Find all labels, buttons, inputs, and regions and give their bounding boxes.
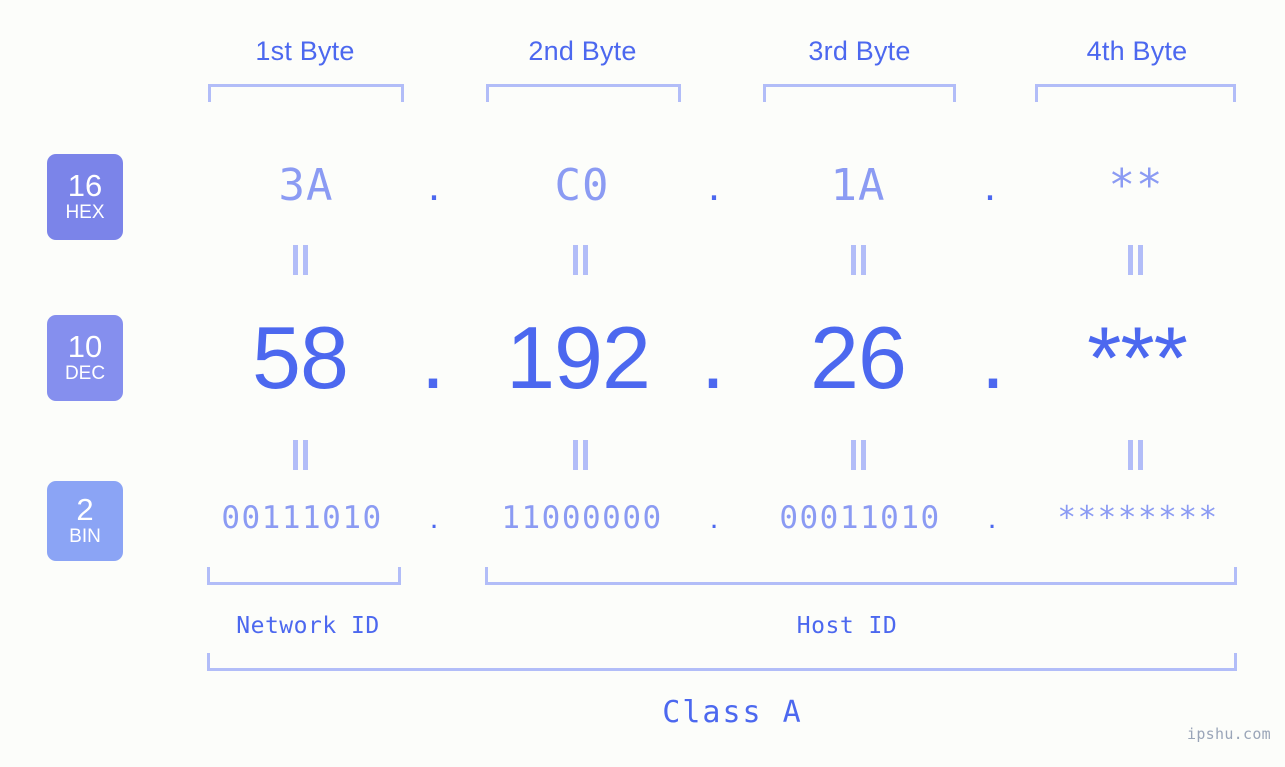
network-id-bracket — [207, 567, 401, 585]
bin-byte-4: ******** — [1057, 500, 1219, 536]
bin-byte-1: 00111010 — [221, 500, 383, 536]
equals-connector-hex-dec-3 — [848, 245, 870, 275]
bin-separator-2: . — [709, 500, 719, 535]
hex-byte-3: 1A — [830, 160, 886, 211]
equals-connector-hex-dec-4 — [1125, 245, 1147, 275]
radix-badge-hex-name: HEX — [65, 202, 105, 223]
hex-separator-1: . — [427, 161, 441, 210]
bin-byte-2: 11000000 — [501, 500, 663, 536]
dec-separator-2: . — [700, 308, 726, 407]
hex-separator-3: . — [983, 161, 997, 210]
class-bracket — [207, 653, 1237, 671]
dec-separator-3: . — [980, 308, 1006, 407]
radix-badge-dec-name: DEC — [64, 363, 106, 384]
byte-bracket-2 — [486, 84, 681, 102]
dec-byte-4: *** — [1087, 308, 1188, 407]
dec-byte-1: 58 — [252, 308, 349, 407]
class-label: Class A — [662, 695, 803, 730]
byte-bracket-3 — [763, 84, 956, 102]
byte-header-label-1: 1st Byte — [255, 36, 355, 66]
radix-badge-hex: 16 HEX — [47, 154, 123, 240]
byte-header-label-2: 2nd Byte — [528, 36, 637, 66]
bin-separator-1: . — [429, 500, 439, 535]
dec-separator-1: . — [420, 308, 446, 407]
equals-connector-dec-bin-1 — [290, 440, 312, 470]
host-id-bracket — [485, 567, 1237, 585]
dec-byte-2: 192 — [506, 308, 651, 407]
hex-byte-1: 3A — [278, 160, 334, 211]
equals-connector-hex-dec-2 — [570, 245, 592, 275]
byte-bracket-4 — [1035, 84, 1236, 102]
equals-connector-dec-bin-3 — [848, 440, 870, 470]
equals-connector-dec-bin-4 — [1125, 440, 1147, 470]
hex-separator-2: . — [707, 161, 721, 210]
network-id-label: Network ID — [236, 613, 380, 639]
byte-header-label-3: 3rd Byte — [808, 36, 911, 66]
radix-badge-dec: 10 DEC — [47, 315, 123, 401]
radix-badge-hex-number: 16 — [67, 168, 103, 203]
hex-byte-4: ** — [1108, 160, 1164, 211]
radix-badge-bin-number: 2 — [76, 492, 94, 527]
equals-connector-hex-dec-1 — [290, 245, 312, 275]
bin-separator-3: . — [987, 500, 997, 535]
radix-badge-dec-number: 10 — [67, 329, 103, 364]
byte-header-label-4: 4th Byte — [1086, 36, 1188, 66]
radix-badge-bin: 2 BIN — [47, 481, 123, 561]
radix-badge-bin-name: BIN — [69, 526, 101, 547]
site-watermark: ipshu.com — [1187, 725, 1271, 743]
ip-address-breakdown-diagram: 1st Byte 2nd Byte 3rd Byte 4th Byte 16 H… — [0, 0, 1285, 767]
equals-connector-dec-bin-2 — [570, 440, 592, 470]
byte-bracket-1 — [208, 84, 404, 102]
host-id-label: Host ID — [796, 613, 898, 639]
dec-byte-3: 26 — [810, 308, 907, 407]
bin-byte-3: 00011010 — [779, 500, 941, 536]
hex-byte-2: C0 — [554, 160, 610, 211]
